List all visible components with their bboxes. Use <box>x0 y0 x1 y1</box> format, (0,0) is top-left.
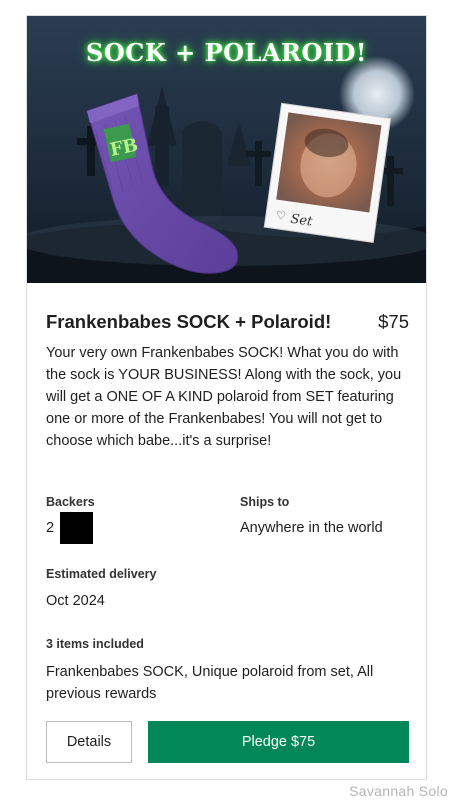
redacted-block <box>60 512 94 544</box>
reward-card: FB Set ♡ SOCK + POLAROID! Frankenbabes S… <box>26 15 427 780</box>
hero-title: SOCK + POLAROID! <box>86 38 367 67</box>
reward-title: Frankenbabes SOCK + Polaroid! <box>46 311 332 332</box>
reward-image: FB Set ♡ SOCK + POLAROID! <box>27 16 426 283</box>
items-included-value: Frankenbabes SOCK, Unique polaroid from … <box>46 664 374 702</box>
ships-to-label: Ships to <box>240 495 290 509</box>
reward-header: Frankenbabes SOCK + Polaroid! $75 <box>46 311 409 337</box>
details-button[interactable]: Details <box>46 721 132 763</box>
watermark: Savannah Solo <box>349 783 448 799</box>
ships-to-value: Anywhere in the world <box>240 520 383 536</box>
pledge-button[interactable]: Pledge $75 <box>148 721 409 763</box>
estimated-delivery-value: Oct 2024 <box>46 593 105 609</box>
svg-text:Set: Set <box>290 212 314 230</box>
estimated-delivery-label: Estimated delivery <box>46 567 157 581</box>
reward-price: $75 <box>378 311 409 332</box>
polaroid-image: Set ♡ <box>263 102 392 243</box>
backers-value-row: 2 <box>46 512 94 544</box>
backers-label: Backers <box>46 495 95 509</box>
reward-description: Your very own Frankenbabes SOCK! What yo… <box>46 345 402 449</box>
svg-text:♡: ♡ <box>275 209 287 223</box>
items-included-label: 3 items included <box>46 637 144 651</box>
backers-value: 2 <box>46 519 55 536</box>
